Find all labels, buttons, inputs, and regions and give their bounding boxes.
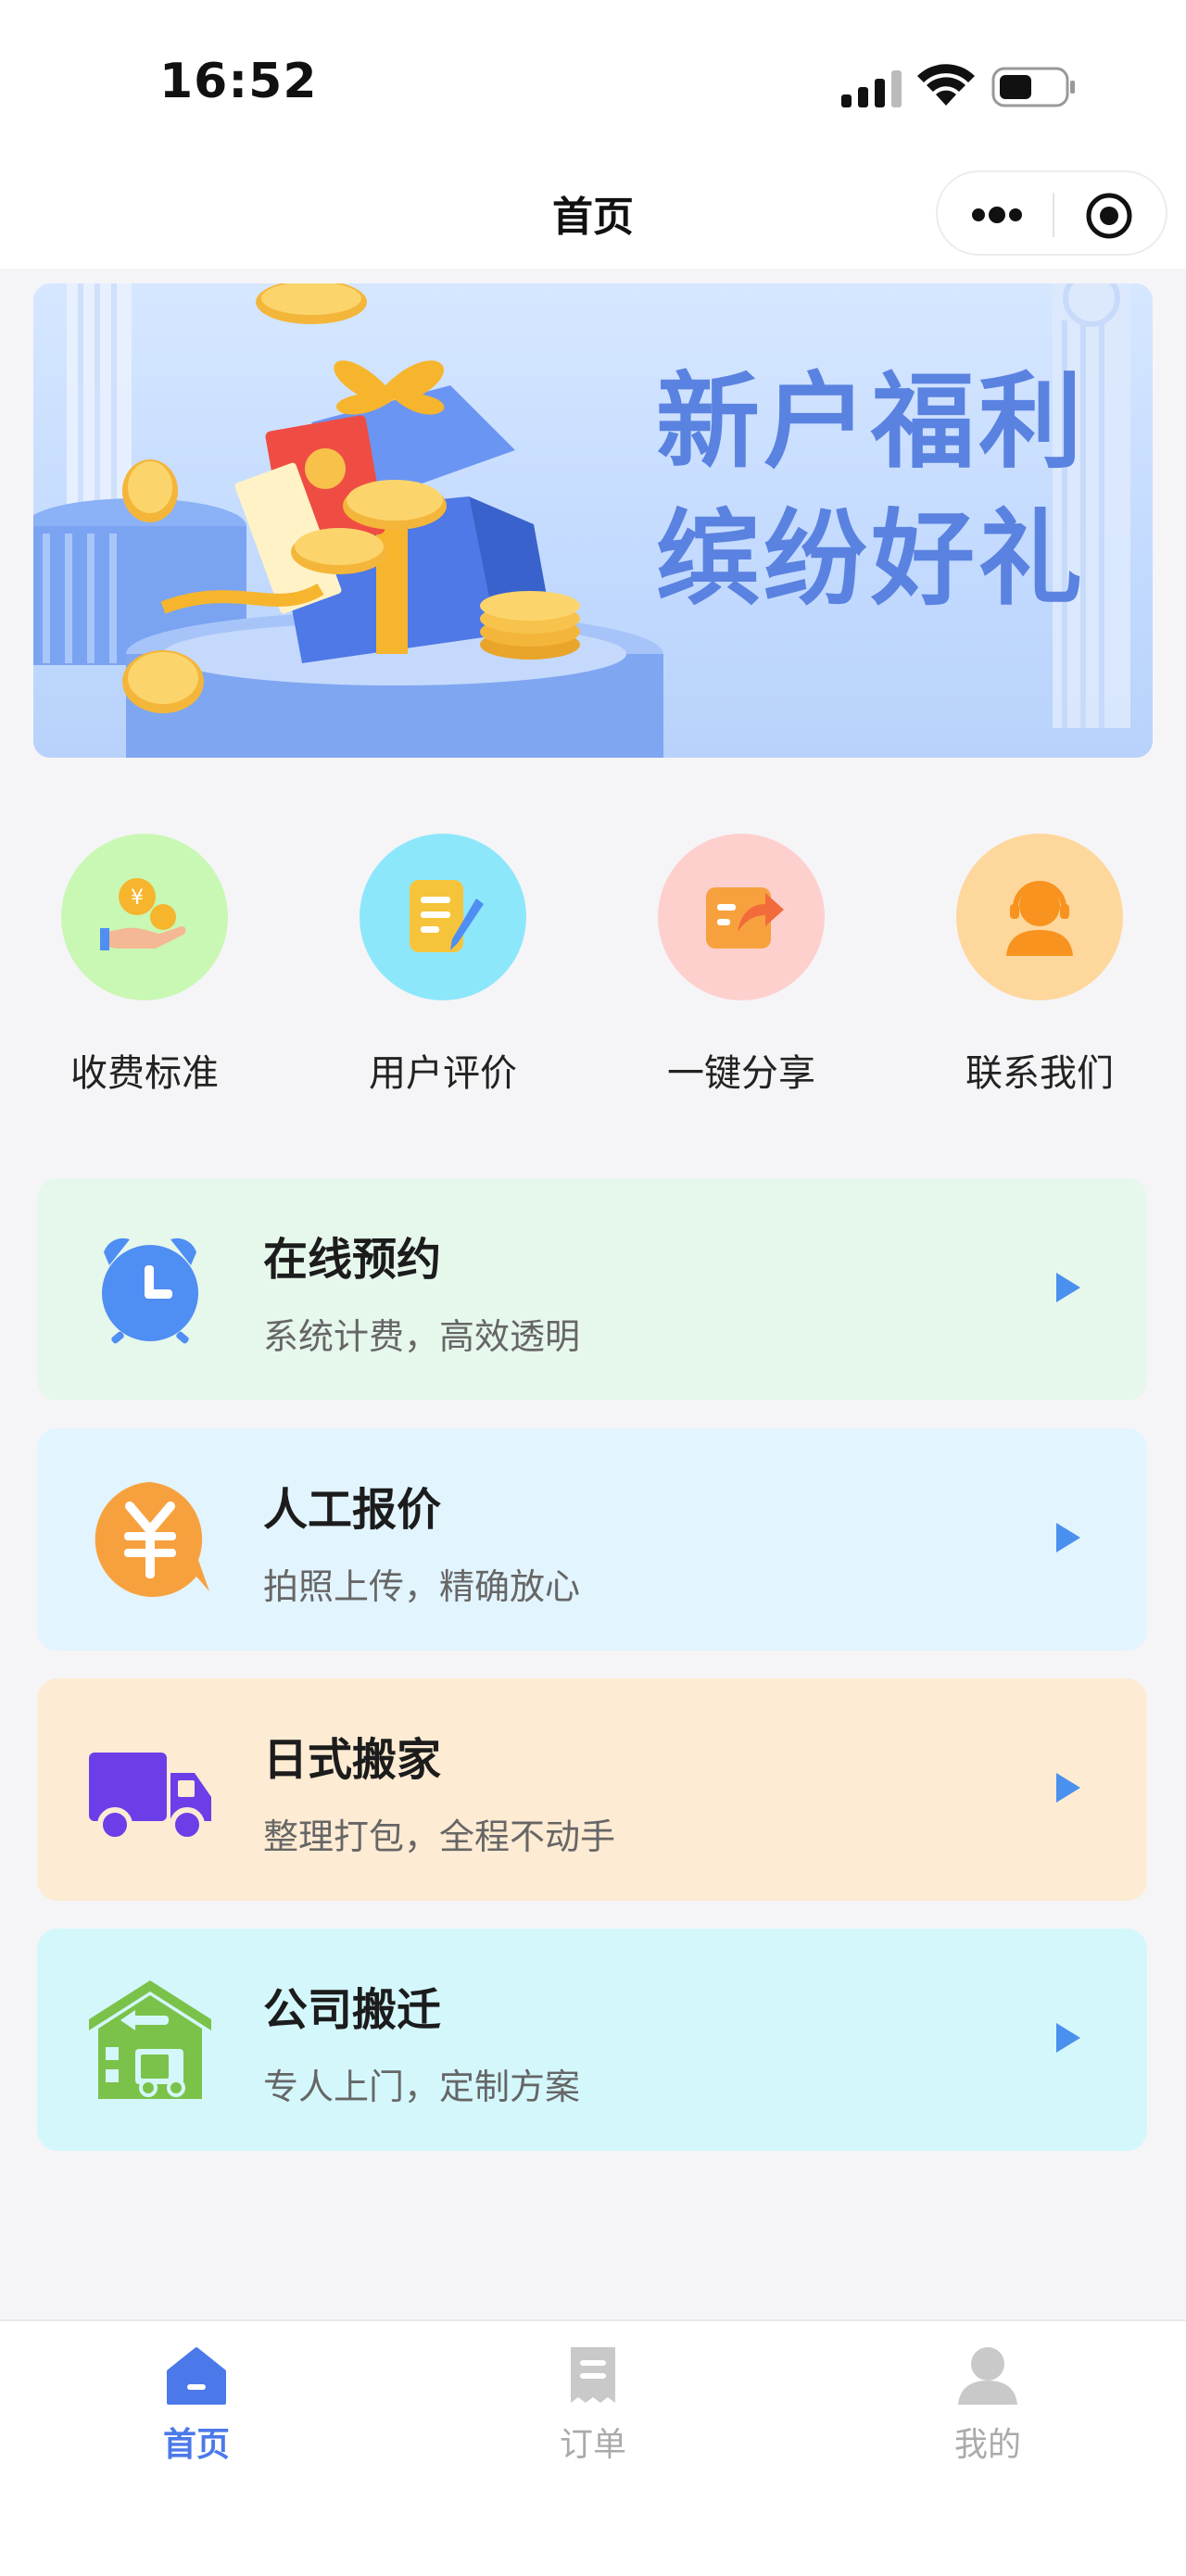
service-title: 在线预约 — [263, 1234, 442, 1286]
alarm-clock-icon — [102, 1238, 198, 1344]
banner-line-1: 新户福利 — [656, 362, 1086, 483]
quick-action-circle — [360, 834, 526, 1000]
truck-icon — [89, 1753, 211, 1842]
tab-label: 订单 — [559, 2426, 626, 2464]
cellular-signal-icon — [841, 70, 902, 107]
quick-action-circle: ¥ — [61, 834, 228, 1000]
banner-line-2: 缤纷好礼 — [656, 499, 1086, 620]
service-subtitle: 整理打包，全程不动手 — [263, 1816, 616, 1857]
service-card-japanese-moving[interactable]: 日式搬家 整理打包，全程不动手 — [37, 1678, 1147, 1901]
home-icon — [167, 2347, 226, 2405]
warehouse-icon — [89, 1980, 211, 2099]
quick-action-label: 一键分享 — [667, 1052, 815, 1095]
edit-note-icon — [410, 880, 484, 952]
play-arrow-icon — [1056, 2023, 1080, 2053]
service-title: 公司搬迁 — [263, 1984, 442, 2036]
capsule-divider — [1053, 193, 1054, 237]
user-icon — [958, 2347, 1017, 2405]
quick-action-label: 收费标准 — [70, 1052, 219, 1095]
money-hand-icon: ¥ — [100, 878, 186, 950]
quick-action-share[interactable]: 一键分享 — [630, 834, 852, 1102]
tab-label: 我的 — [953, 2426, 1021, 2464]
service-title: 人工报价 — [263, 1484, 442, 1536]
customer-service-icon — [1006, 881, 1073, 956]
banner-headline: 新户福利 缤纷好礼 — [656, 354, 1086, 628]
svg-text:¥: ¥ — [131, 886, 144, 910]
quick-action-circle — [658, 834, 825, 1000]
tab-bar: 首页 订单 我的 — [0, 2319, 1186, 2576]
service-title: 日式搬家 — [263, 1734, 442, 1786]
play-arrow-icon — [1056, 1273, 1080, 1302]
quick-action-fee-standard[interactable]: ¥ 收费标准 — [33, 834, 256, 1102]
mini-program-capsule — [936, 170, 1167, 256]
more-icon[interactable] — [969, 202, 1025, 228]
yuan-bubble-icon — [95, 1482, 209, 1597]
tab-mine[interactable]: 我的 — [877, 2321, 1099, 2507]
service-subtitle: 拍照上传，精确放心 — [263, 1566, 581, 1607]
quick-actions: ¥ 收费标准 用户评价 一键分享 联系我们 — [0, 834, 1186, 1112]
battery-icon — [991, 67, 1075, 107]
tab-home[interactable]: 首页 — [85, 2321, 308, 2507]
service-card-company-relocation[interactable]: 公司搬迁 专人上门，定制方案 — [37, 1929, 1147, 2151]
service-subtitle: 系统计费，高效透明 — [263, 1316, 581, 1357]
service-card-online-booking[interactable]: 在线预约 系统计费，高效透明 — [37, 1178, 1147, 1401]
play-arrow-icon — [1056, 1773, 1080, 1803]
status-time: 16:52 — [159, 54, 318, 109]
promo-banner[interactable]: 新户福利 缤纷好礼 — [33, 283, 1153, 758]
tab-orders[interactable]: 订单 — [482, 2321, 704, 2507]
quick-action-user-review[interactable]: 用户评价 — [332, 834, 554, 1102]
status-bar: 16:52 — [0, 0, 1186, 157]
service-card-manual-quote[interactable]: 人工报价 拍照上传，精确放心 — [37, 1428, 1147, 1651]
nav-bar: 首页 — [0, 157, 1186, 269]
tab-label: 首页 — [162, 2426, 230, 2464]
quick-action-label: 用户评价 — [369, 1052, 517, 1095]
wifi-icon — [917, 64, 975, 106]
quick-action-label: 联系我们 — [965, 1052, 1114, 1095]
play-arrow-icon — [1056, 1523, 1080, 1552]
quick-action-circle — [956, 834, 1123, 1000]
share-icon — [706, 887, 784, 949]
quick-action-contact[interactable]: 联系我们 — [928, 834, 1151, 1102]
service-subtitle: 专人上门，定制方案 — [263, 2067, 581, 2107]
order-icon — [571, 2347, 615, 2403]
close-target-icon[interactable] — [1084, 191, 1134, 241]
